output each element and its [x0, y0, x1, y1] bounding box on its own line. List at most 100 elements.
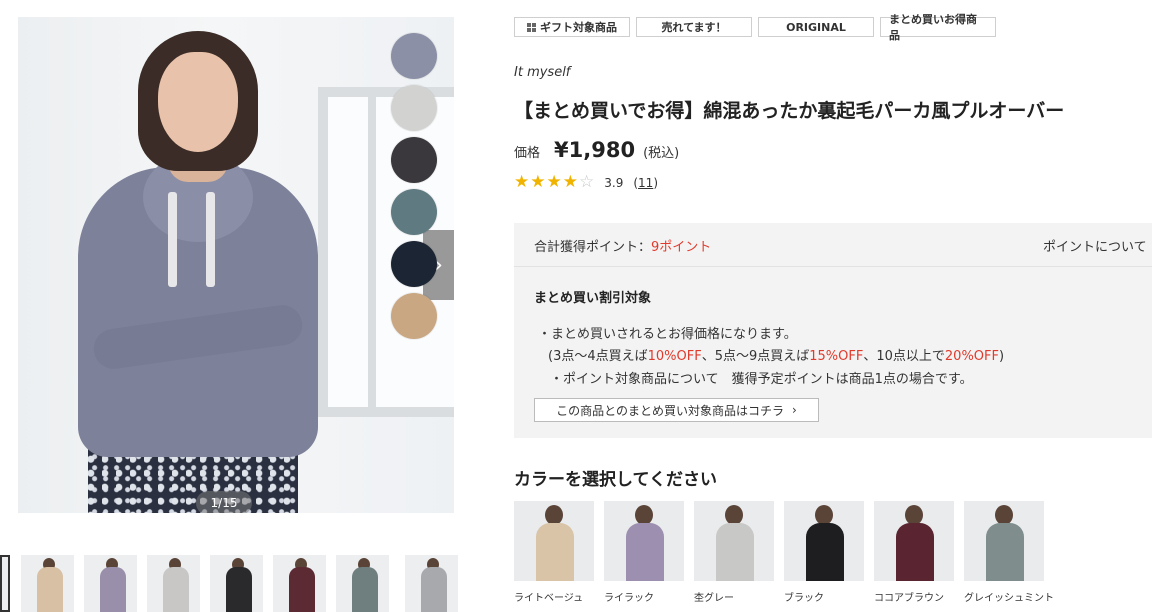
figure-head — [905, 505, 923, 525]
figure-body — [536, 523, 574, 581]
badge-original: ORIGINAL — [758, 17, 874, 37]
color-option-name: ココアブラウン — [874, 593, 944, 604]
figure-head — [725, 505, 743, 525]
color-option-image — [514, 501, 594, 581]
bundle-text: (3点〜4点買えば — [548, 349, 648, 364]
badge-label: ORIGINAL — [786, 20, 846, 34]
figure-body — [716, 523, 754, 581]
badge-bestseller: 売れてます！ — [636, 17, 752, 37]
color-option[interactable]: 杢グレー — [694, 501, 774, 604]
badge-bundle: まとめ買いお得商品 — [880, 13, 996, 42]
color-option-name: 杢グレー — [694, 593, 734, 604]
rating-stars: ★ ★ ★ ★ ☆ — [514, 174, 594, 191]
brand-name[interactable]: It myself — [514, 65, 570, 80]
image-counter: 1/15 — [196, 491, 252, 513]
points-summary: 合計獲得ポイント：9ポイント — [534, 236, 711, 255]
figure-body — [986, 523, 1024, 581]
color-option-name: ライトベージュ — [514, 593, 584, 604]
color-option-image — [604, 501, 684, 581]
rating-value: 3.9 — [604, 175, 624, 190]
review-paren-close: ) — [653, 175, 658, 190]
points-label: 合計獲得ポイント： — [534, 240, 652, 255]
chevron-right-icon: › — [792, 403, 797, 417]
thumbnail[interactable] — [21, 555, 74, 612]
color-option-image — [694, 501, 774, 581]
thumbnail-figure — [100, 567, 126, 612]
star-filled-icon: ★ — [514, 172, 530, 192]
bundle-text: 、5点〜9点買えば — [701, 349, 810, 364]
thumbnail-figure — [289, 567, 315, 612]
points-value: 9ポイント — [651, 240, 712, 255]
price-value: ¥1,980 — [554, 138, 636, 162]
star-filled-icon: ★ — [546, 172, 562, 192]
badge-label: まとめ買いお得商品 — [889, 13, 977, 42]
color-option[interactable]: ライラック — [604, 501, 684, 604]
price-row: 価格 ¥1,980 (税込) — [514, 138, 679, 162]
thumbnail[interactable] — [147, 555, 200, 612]
thumbnail[interactable] — [0, 555, 10, 612]
review-count-link[interactable]: (11) — [633, 176, 658, 190]
discount-20: 20%OFF — [944, 349, 999, 364]
color-option-name: グレイッシュミント — [964, 593, 1054, 604]
bundle-text: ) — [999, 349, 1005, 364]
bundle-line-3: ・ポイント対象商品について 獲得予定ポイントは商品1点の場合です。 — [550, 372, 973, 387]
color-option-name: ブラック — [784, 593, 824, 604]
thumbnail-figure — [226, 567, 252, 612]
color-swatch[interactable] — [391, 33, 437, 79]
color-option-image — [874, 501, 954, 581]
photo-face — [158, 52, 238, 152]
color-swatch[interactable] — [391, 189, 437, 235]
color-swatch[interactable] — [391, 137, 437, 183]
color-swatch[interactable] — [391, 241, 437, 287]
thumbnail-figure — [163, 567, 189, 612]
bundle-text: 、10点以上で — [863, 349, 945, 364]
color-swatch[interactable] — [391, 85, 437, 131]
star-filled-icon: ★ — [530, 172, 546, 192]
color-option-image — [964, 501, 1044, 581]
color-option[interactable]: ココアブラウン — [874, 501, 954, 604]
product-title: 【まとめ買いでお得】綿混あったか裏起毛パーカ風プルオーバー — [514, 100, 1065, 122]
figure-head — [635, 505, 653, 525]
bundle-button-label: この商品とのまとめ買い対象商品はコチラ — [556, 403, 785, 418]
photo-drawstring — [206, 192, 215, 287]
color-swatch-list — [391, 33, 437, 345]
photo-drawstring — [168, 192, 177, 287]
color-option-name: ライラック — [604, 593, 654, 604]
bundle-line-1: ・まとめ買いされるとお得価格になります。 — [538, 327, 797, 342]
gift-grid-icon — [527, 22, 536, 32]
thumbnail-strip — [0, 555, 460, 612]
thumbnail[interactable] — [84, 555, 137, 612]
star-filled-icon: ★ — [562, 172, 578, 192]
thumbnail-figure — [421, 567, 447, 612]
color-option[interactable]: ライトベージュ — [514, 501, 594, 604]
color-swatch[interactable] — [391, 293, 437, 339]
points-panel: 合計獲得ポイント：9ポイント ポイントについて まとめ買い割引対象 ・まとめ買い… — [514, 223, 1152, 438]
figure-head — [815, 505, 833, 525]
color-option[interactable]: ブラック — [784, 501, 864, 604]
badge-label: 売れてます！ — [661, 21, 727, 34]
thumbnail[interactable] — [210, 555, 263, 612]
color-section-heading: カラーを選択してください — [514, 470, 717, 490]
color-option-image — [784, 501, 864, 581]
points-row: 合計獲得ポイント：9ポイント ポイントについて — [514, 223, 1152, 267]
star-empty-icon: ☆ — [579, 172, 595, 192]
discount-15: 15%OFF — [809, 349, 864, 364]
figure-body — [626, 523, 664, 581]
thumbnail-figure — [37, 567, 63, 612]
tax-note: (税込) — [643, 146, 680, 161]
figure-head — [995, 505, 1013, 525]
badge-label: ギフト対象商品 — [540, 21, 617, 34]
badge-row: ギフト対象商品 売れてます！ ORIGINAL まとめ買いお得商品 — [514, 13, 996, 42]
color-option[interactable]: グレイッシュミント — [964, 501, 1054, 604]
main-product-image[interactable]: 1/15 — [18, 17, 454, 513]
figure-body — [806, 523, 844, 581]
review-count[interactable]: 11 — [638, 176, 653, 190]
bundle-items-button[interactable]: この商品とのまとめ買い対象商品はコチラ › — [534, 398, 819, 422]
thumbnail-figure — [352, 567, 378, 612]
discount-10: 10%OFF — [647, 349, 702, 364]
thumbnail[interactable] — [336, 555, 389, 612]
figure-body — [896, 523, 934, 581]
thumbnail[interactable] — [405, 555, 458, 612]
thumbnail[interactable] — [273, 555, 326, 612]
points-about-link[interactable]: ポイントについて — [1043, 236, 1147, 255]
